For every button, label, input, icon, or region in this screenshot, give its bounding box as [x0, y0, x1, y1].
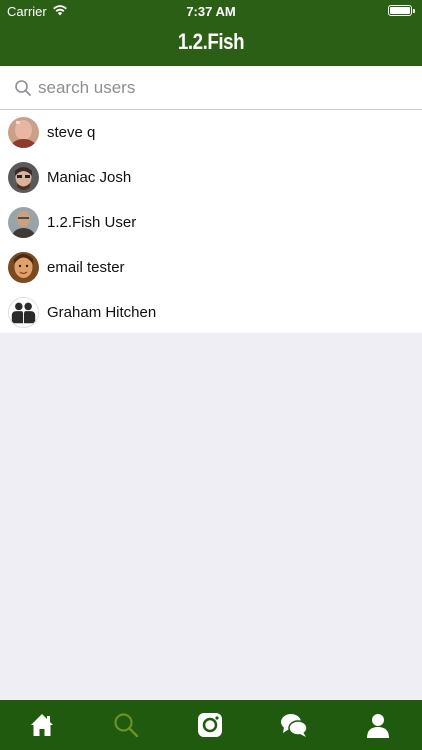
tab-camera[interactable] — [168, 700, 252, 750]
list-item-user[interactable]: Graham Hitchen — [0, 290, 422, 335]
avatar — [8, 207, 39, 238]
tab-profile[interactable] — [336, 700, 420, 750]
home-icon — [31, 714, 53, 736]
camera-icon — [198, 713, 222, 737]
search-bar — [0, 66, 422, 110]
list-item-user[interactable]: steve q — [0, 110, 422, 155]
list-item-user[interactable]: email tester — [0, 245, 422, 290]
avatar — [8, 117, 39, 148]
user-list: steve q Maniac Josh 1.2.Fish User email … — [0, 110, 422, 333]
status-time: 7:37 AM — [186, 4, 236, 19]
user-name: email tester — [47, 259, 125, 276]
search-icon — [15, 80, 31, 96]
tab-bar — [0, 700, 422, 750]
user-name: Maniac Josh — [47, 169, 132, 186]
status-bar: Carrier 7:37 AM — [0, 0, 422, 22]
user-name: steve q — [47, 124, 96, 141]
avatar — [8, 162, 39, 193]
search-icon — [114, 713, 139, 738]
tab-home[interactable] — [0, 700, 84, 750]
list-item-user[interactable]: 1.2.Fish User — [0, 200, 422, 245]
battery-icon — [388, 5, 415, 16]
search-input[interactable] — [38, 74, 408, 102]
chat-icon — [281, 714, 308, 737]
list-item-user[interactable]: Maniac Josh — [0, 155, 422, 200]
avatar — [8, 252, 39, 283]
tab-chat[interactable] — [252, 700, 336, 750]
navigation-bar: Carrier 7:37 AM 1.2.Fish — [0, 0, 422, 66]
page-title: 1.2.Fish — [177, 29, 245, 54]
profile-icon — [367, 714, 389, 738]
user-name: Graham Hitchen — [47, 304, 157, 321]
avatar — [8, 297, 39, 328]
user-name: 1.2.Fish User — [47, 214, 137, 231]
tab-search[interactable] — [84, 700, 168, 750]
